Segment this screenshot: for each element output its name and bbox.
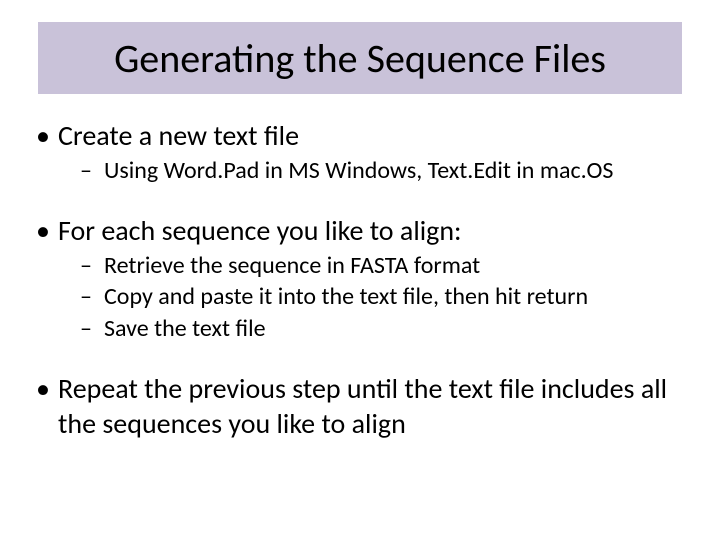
slide-title: Generating the Sequence Files (114, 34, 606, 83)
sub-bullet-text: Using Word.Pad in MS Windows, Text.Edit … (104, 156, 613, 185)
bullet-item: Repeat the previous step until the text … (30, 371, 698, 441)
sub-bullet-text: Save the text file (104, 314, 266, 343)
sub-bullet-item: Copy and paste it into the text file, th… (76, 281, 698, 313)
bullet-text: For each sequence you like to align: (58, 213, 462, 248)
content-area: Create a new text file Using Word.Pad in… (30, 118, 698, 447)
bullet-list: Create a new text file Using Word.Pad in… (30, 118, 698, 441)
bullet-item: Create a new text file Using Word.Pad in… (30, 118, 698, 187)
bullet-text: Create a new text file (58, 118, 299, 153)
bullet-text: Repeat the previous step until the text … (58, 371, 667, 441)
sub-bullet-list: Using Word.Pad in MS Windows, Text.Edit … (58, 155, 698, 187)
sub-bullet-item: Retrieve the sequence in FASTA format (76, 250, 698, 282)
sub-bullet-item: Using Word.Pad in MS Windows, Text.Edit … (76, 155, 698, 187)
sub-bullet-list: Retrieve the sequence in FASTA format Co… (58, 250, 698, 345)
bullet-item: For each sequence you like to align: Ret… (30, 213, 698, 345)
title-box: Generating the Sequence Files (38, 22, 682, 94)
sub-bullet-text: Retrieve the sequence in FASTA format (104, 251, 480, 280)
sub-bullet-item: Save the text file (76, 313, 698, 345)
slide: Generating the Sequence Files Create a n… (0, 0, 720, 540)
sub-bullet-text: Copy and paste it into the text file, th… (104, 282, 588, 311)
